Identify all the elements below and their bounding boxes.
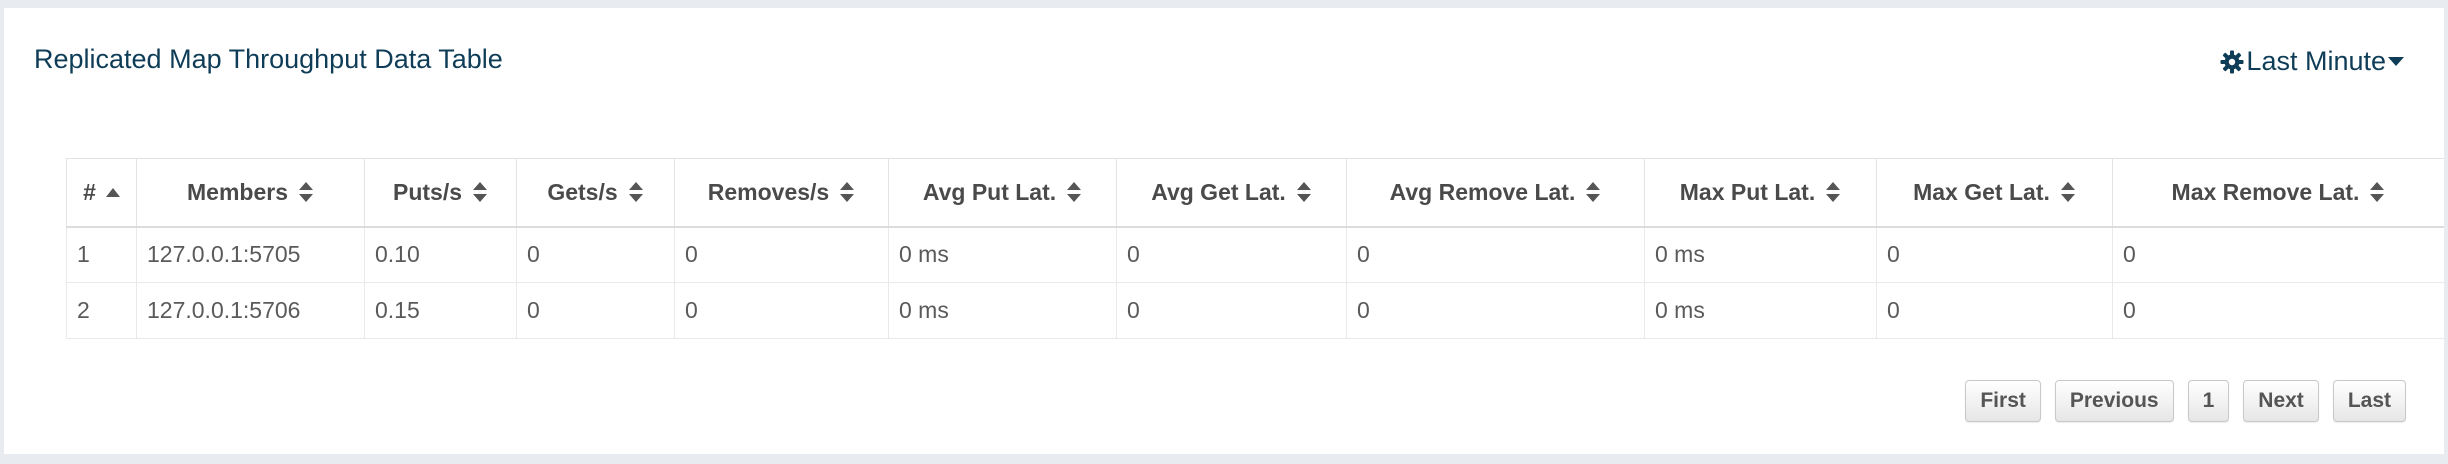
table-row: 2 127.0.0.1:5706 0.15 0 0 0 ms 0 0 0 ms … — [66, 282, 2444, 339]
previous-page-button[interactable]: Previous — [2054, 380, 2174, 422]
cell-removes: 0 — [674, 282, 889, 339]
throughput-table: # Members Puts/s Gets/s Removes/s Avg Pu… — [66, 158, 2444, 339]
column-header-gets[interactable]: Gets/s — [516, 158, 675, 228]
sort-icon — [1826, 182, 1841, 203]
cell-max-get-lat: 0 — [1876, 226, 2113, 283]
column-header-max-get-lat[interactable]: Max Get Lat. — [1876, 158, 2113, 228]
cell-avg-get-lat: 0 — [1116, 282, 1347, 339]
first-page-button[interactable]: First — [1965, 380, 2041, 422]
cell-avg-remove-lat: 0 — [1346, 226, 1645, 283]
cell-avg-put-lat: 0 ms — [888, 226, 1117, 283]
column-header-members[interactable]: Members — [136, 158, 365, 228]
sort-icon — [628, 182, 643, 203]
cell-max-get-lat: 0 — [1876, 282, 2113, 339]
column-header-puts[interactable]: Puts/s — [364, 158, 517, 228]
throughput-panel: Replicated Map Throughput Data Table Las… — [4, 8, 2444, 454]
cell-max-remove-lat: 0 — [2112, 226, 2444, 283]
cell-members: 127.0.0.1:5706 — [136, 282, 365, 339]
cell-puts: 0.15 — [364, 282, 517, 339]
sort-icon — [2370, 182, 2385, 203]
column-header-max-remove-lat[interactable]: Max Remove Lat. — [2112, 158, 2444, 228]
sort-icon — [1296, 182, 1311, 203]
next-page-button[interactable]: Next — [2243, 380, 2319, 422]
throughput-table-container: # Members Puts/s Gets/s Removes/s Avg Pu… — [66, 158, 2444, 339]
page-1-button[interactable]: 1 — [2187, 380, 2230, 422]
cell-removes: 0 — [674, 226, 889, 283]
cell-avg-put-lat: 0 ms — [888, 282, 1117, 339]
column-header-max-put-lat[interactable]: Max Put Lat. — [1644, 158, 1877, 228]
cell-puts: 0.10 — [364, 226, 517, 283]
cell-max-remove-lat: 0 — [2112, 282, 2444, 339]
sort-icon — [2060, 182, 2075, 203]
sort-icon — [298, 182, 313, 203]
panel-title: Replicated Map Throughput Data Table — [34, 44, 503, 74]
cell-max-put-lat: 0 ms — [1644, 226, 1877, 283]
cell-avg-remove-lat: 0 — [1346, 282, 1645, 339]
last-page-button[interactable]: Last — [2332, 380, 2406, 422]
cell-max-put-lat: 0 ms — [1644, 282, 1877, 339]
sort-icon — [473, 182, 488, 203]
sort-icon — [1586, 182, 1601, 203]
cell-members: 127.0.0.1:5705 — [136, 226, 365, 283]
column-header-avg-remove-lat[interactable]: Avg Remove Lat. — [1346, 158, 1645, 228]
column-header-index[interactable]: # — [66, 158, 137, 228]
column-header-removes[interactable]: Removes/s — [674, 158, 889, 228]
caret-down-icon — [2388, 56, 2404, 67]
pagination: First Previous 1 Next Last — [1965, 380, 2406, 422]
column-header-avg-get-lat[interactable]: Avg Get Lat. — [1116, 158, 1347, 228]
column-header-avg-put-lat[interactable]: Avg Put Lat. — [888, 158, 1117, 228]
cell-gets: 0 — [516, 282, 675, 339]
cell-gets: 0 — [516, 226, 675, 283]
time-range-label: Last Minute — [2246, 46, 2386, 76]
time-range-dropdown[interactable]: Last Minute — [2220, 46, 2404, 77]
gear-icon — [2220, 50, 2244, 74]
table-header-row: # Members Puts/s Gets/s Removes/s Avg Pu… — [66, 158, 2444, 228]
sort-icon — [840, 182, 855, 203]
sort-icon — [1067, 182, 1082, 203]
table-row: 1 127.0.0.1:5705 0.10 0 0 0 ms 0 0 0 ms … — [66, 226, 2444, 283]
sort-asc-icon — [105, 188, 120, 198]
cell-index: 2 — [66, 282, 137, 339]
cell-avg-get-lat: 0 — [1116, 226, 1347, 283]
cell-index: 1 — [66, 226, 137, 283]
